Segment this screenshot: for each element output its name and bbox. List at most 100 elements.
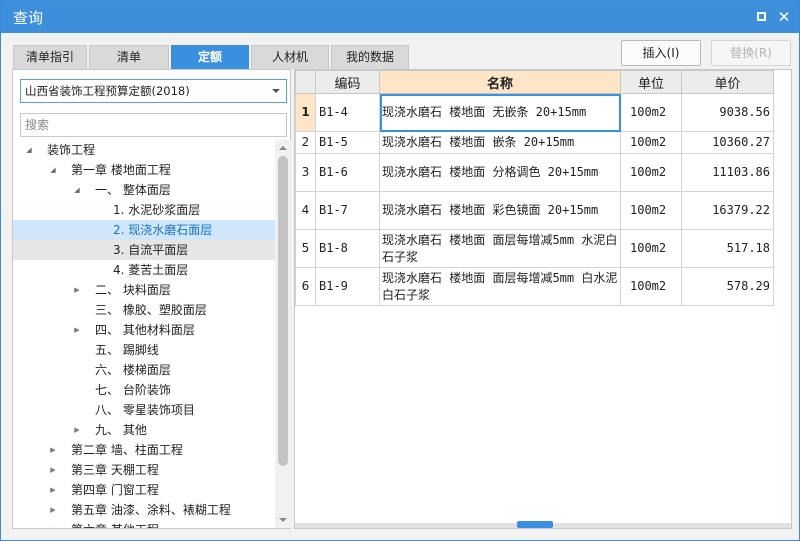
row-number[interactable]: 4 bbox=[295, 191, 316, 230]
column-header-name[interactable]: 名称 bbox=[379, 70, 621, 94]
table-row[interactable]: 3 B1-6 现浇水磨石 楼地面 分格调色 20+15mm 100m2 11103.86 bbox=[295, 153, 774, 192]
collapsed-arrow-icon[interactable] bbox=[47, 480, 59, 500]
collapsed-arrow-icon[interactable] bbox=[71, 420, 83, 440]
row-number[interactable]: 1 bbox=[295, 93, 316, 132]
cell-code[interactable]: B1-5 bbox=[315, 131, 380, 154]
collapsed-arrow-icon[interactable] bbox=[47, 500, 59, 520]
dialog-title: 查询 bbox=[13, 9, 44, 27]
search-input[interactable] bbox=[20, 113, 287, 137]
tree-node-label: 二、 块料面层 bbox=[95, 283, 171, 297]
cell-name[interactable]: 现浇水磨石 楼地面 面层每增减5mm 水泥白石子浆 bbox=[379, 229, 621, 268]
close-icon[interactable]: ✕ bbox=[776, 9, 792, 25]
tree-node[interactable]: 七、 台阶装饰 bbox=[13, 380, 275, 400]
expanded-arrow-icon[interactable] bbox=[47, 160, 59, 180]
row-number[interactable]: 3 bbox=[295, 153, 316, 192]
cell-unit[interactable]: 100m2 bbox=[620, 191, 682, 230]
tree-node-label: 九、 其他 bbox=[95, 423, 147, 437]
column-header-unit[interactable]: 单位 bbox=[620, 70, 682, 94]
table-row[interactable]: 4 B1-7 现浇水磨石 楼地面 彩色镜面 20+15mm 100m2 16379.22 bbox=[295, 191, 774, 230]
cell-name[interactable]: 现浇水磨石 楼地面 面层每增减5mm 白水泥白石子浆 bbox=[379, 267, 621, 306]
row-number[interactable]: 6 bbox=[295, 267, 316, 306]
cell-unit[interactable]: 100m2 bbox=[620, 267, 682, 306]
cell-code[interactable]: B1-4 bbox=[315, 93, 380, 132]
tab-list-guide[interactable]: 清单指引 bbox=[13, 45, 87, 69]
tree-node[interactable]: 九、 其他 bbox=[13, 420, 275, 440]
chevron-down-icon bbox=[272, 89, 280, 93]
cell-name[interactable]: 现浇水磨石 楼地面 彩色镜面 20+15mm bbox=[379, 191, 621, 230]
tree-node-label: 4. 菱苦土面层 bbox=[113, 263, 189, 277]
collapsed-arrow-icon[interactable] bbox=[71, 320, 83, 340]
table-row[interactable]: 6 B1-9 现浇水磨石 楼地面 面层每增减5mm 白水泥白石子浆 100m2 578.… bbox=[295, 267, 774, 306]
tree-scrollbar[interactable] bbox=[275, 140, 291, 528]
cell-price[interactable]: 517.18 bbox=[681, 229, 774, 268]
tab-labor-material-machine[interactable]: 人材机 bbox=[251, 45, 329, 69]
tree-node[interactable]: 第五章 油漆、涂料、裱糊工程 bbox=[13, 500, 275, 520]
cell-price[interactable]: 9038.56 bbox=[681, 93, 774, 132]
splitter-handle[interactable] bbox=[517, 521, 553, 528]
quota-table: 编码 名称 单位 单价 1 B1-4 现浇水磨石 楼地面 无嵌条 20+15mm 10… bbox=[295, 70, 774, 306]
table-row[interactable]: 5 B1-8 现浇水磨石 楼地面 面层每增减5mm 水泥白石子浆 100m2 517.1… bbox=[295, 229, 774, 268]
cell-code[interactable]: B1-8 bbox=[315, 229, 380, 268]
cell-price[interactable]: 578.29 bbox=[681, 267, 774, 306]
title-bar[interactable]: 查询 ✕ bbox=[1, 1, 799, 33]
tree-node[interactable]: 八、 零星装饰项目 bbox=[13, 400, 275, 420]
cell-unit[interactable]: 100m2 bbox=[620, 131, 682, 154]
insert-button[interactable]: 插入(I) bbox=[621, 40, 701, 66]
scroll-up-icon[interactable] bbox=[279, 146, 287, 150]
tree-node[interactable]: 第六章 其他工程 bbox=[13, 520, 275, 528]
tree-node[interactable]: 四、 其他材料面层 bbox=[13, 320, 275, 340]
cell-price[interactable]: 16379.22 bbox=[681, 191, 774, 230]
scroll-thumb[interactable] bbox=[278, 156, 288, 466]
tab-list[interactable]: 清单 bbox=[89, 45, 169, 69]
results-panel: 编码 名称 单位 单价 1 B1-4 现浇水磨石 楼地面 无嵌条 20+15mm 10… bbox=[294, 69, 792, 529]
tab-my-data[interactable]: 我的数据 bbox=[331, 45, 409, 69]
tree-node[interactable]: 五、 踢脚线 bbox=[13, 340, 275, 360]
tree-node[interactable]: 装饰工程 bbox=[13, 140, 275, 160]
tree-node[interactable]: 4. 菱苦土面层 bbox=[13, 260, 275, 280]
tree-node[interactable]: 1. 水泥砂浆面层 bbox=[13, 200, 275, 220]
cell-unit[interactable]: 100m2 bbox=[620, 153, 682, 192]
cell-name[interactable]: 现浇水磨石 楼地面 嵌条 20+15mm bbox=[379, 131, 621, 154]
tree-node-label: 六、 楼梯面层 bbox=[95, 363, 171, 377]
scroll-down-icon[interactable] bbox=[279, 518, 287, 522]
table-row[interactable]: 2 B1-5 现浇水磨石 楼地面 嵌条 20+15mm 100m2 10360.27 bbox=[295, 131, 774, 154]
tree-node[interactable]: 2. 现浇水磨石面层 bbox=[13, 220, 275, 240]
tree-node[interactable]: 3. 自流平面层 bbox=[13, 240, 275, 260]
cell-price[interactable]: 10360.27 bbox=[681, 131, 774, 154]
collapsed-arrow-icon[interactable] bbox=[47, 520, 59, 528]
collapsed-arrow-icon[interactable] bbox=[47, 440, 59, 460]
maximize-icon[interactable] bbox=[753, 9, 769, 25]
expanded-arrow-icon[interactable] bbox=[71, 180, 83, 200]
cell-price[interactable]: 11103.86 bbox=[681, 153, 774, 192]
tab-quota[interactable]: 定额 bbox=[171, 45, 249, 69]
cell-name[interactable]: 现浇水磨石 楼地面 分格调色 20+15mm bbox=[379, 153, 621, 192]
cell-name[interactable]: 现浇水磨石 楼地面 无嵌条 20+15mm bbox=[379, 93, 621, 132]
row-number[interactable]: 5 bbox=[295, 229, 316, 268]
tree-node-label: 第三章 天棚工程 bbox=[71, 463, 159, 477]
row-number[interactable]: 2 bbox=[295, 131, 316, 154]
collapsed-arrow-icon[interactable] bbox=[47, 460, 59, 480]
collapsed-arrow-icon[interactable] bbox=[71, 280, 83, 300]
tree-node[interactable]: 二、 块料面层 bbox=[13, 280, 275, 300]
tree-node[interactable]: 六、 楼梯面层 bbox=[13, 360, 275, 380]
column-header-index[interactable] bbox=[295, 70, 316, 94]
tree-node[interactable]: 一、 整体面层 bbox=[13, 180, 275, 200]
tree-node[interactable]: 第二章 墙、柱面工程 bbox=[13, 440, 275, 460]
cell-code[interactable]: B1-9 bbox=[315, 267, 380, 306]
tree-node[interactable]: 三、 橡胶、塑胶面层 bbox=[13, 300, 275, 320]
column-header-code[interactable]: 编码 bbox=[315, 70, 380, 94]
tree-node[interactable]: 第三章 天棚工程 bbox=[13, 460, 275, 480]
expanded-arrow-icon[interactable] bbox=[23, 140, 35, 160]
tree-node[interactable]: 第四章 门窗工程 bbox=[13, 480, 275, 500]
library-select[interactable]: 山西省装饰工程预算定额(2018) bbox=[20, 79, 287, 103]
cell-unit[interactable]: 100m2 bbox=[620, 229, 682, 268]
tree-node-label: 2. 现浇水磨石面层 bbox=[113, 223, 213, 237]
tree-node[interactable]: 第一章 楼地面工程 bbox=[13, 160, 275, 180]
horizontal-scrollbar[interactable] bbox=[295, 521, 791, 528]
cell-code[interactable]: B1-6 bbox=[315, 153, 380, 192]
cell-unit[interactable]: 100m2 bbox=[620, 93, 682, 132]
replace-button[interactable]: 替换(R) bbox=[711, 40, 791, 66]
table-row[interactable]: 1 B1-4 现浇水磨石 楼地面 无嵌条 20+15mm 100m2 9038.56 bbox=[295, 93, 774, 132]
cell-code[interactable]: B1-7 bbox=[315, 191, 380, 230]
column-header-price[interactable]: 单价 bbox=[681, 70, 774, 94]
